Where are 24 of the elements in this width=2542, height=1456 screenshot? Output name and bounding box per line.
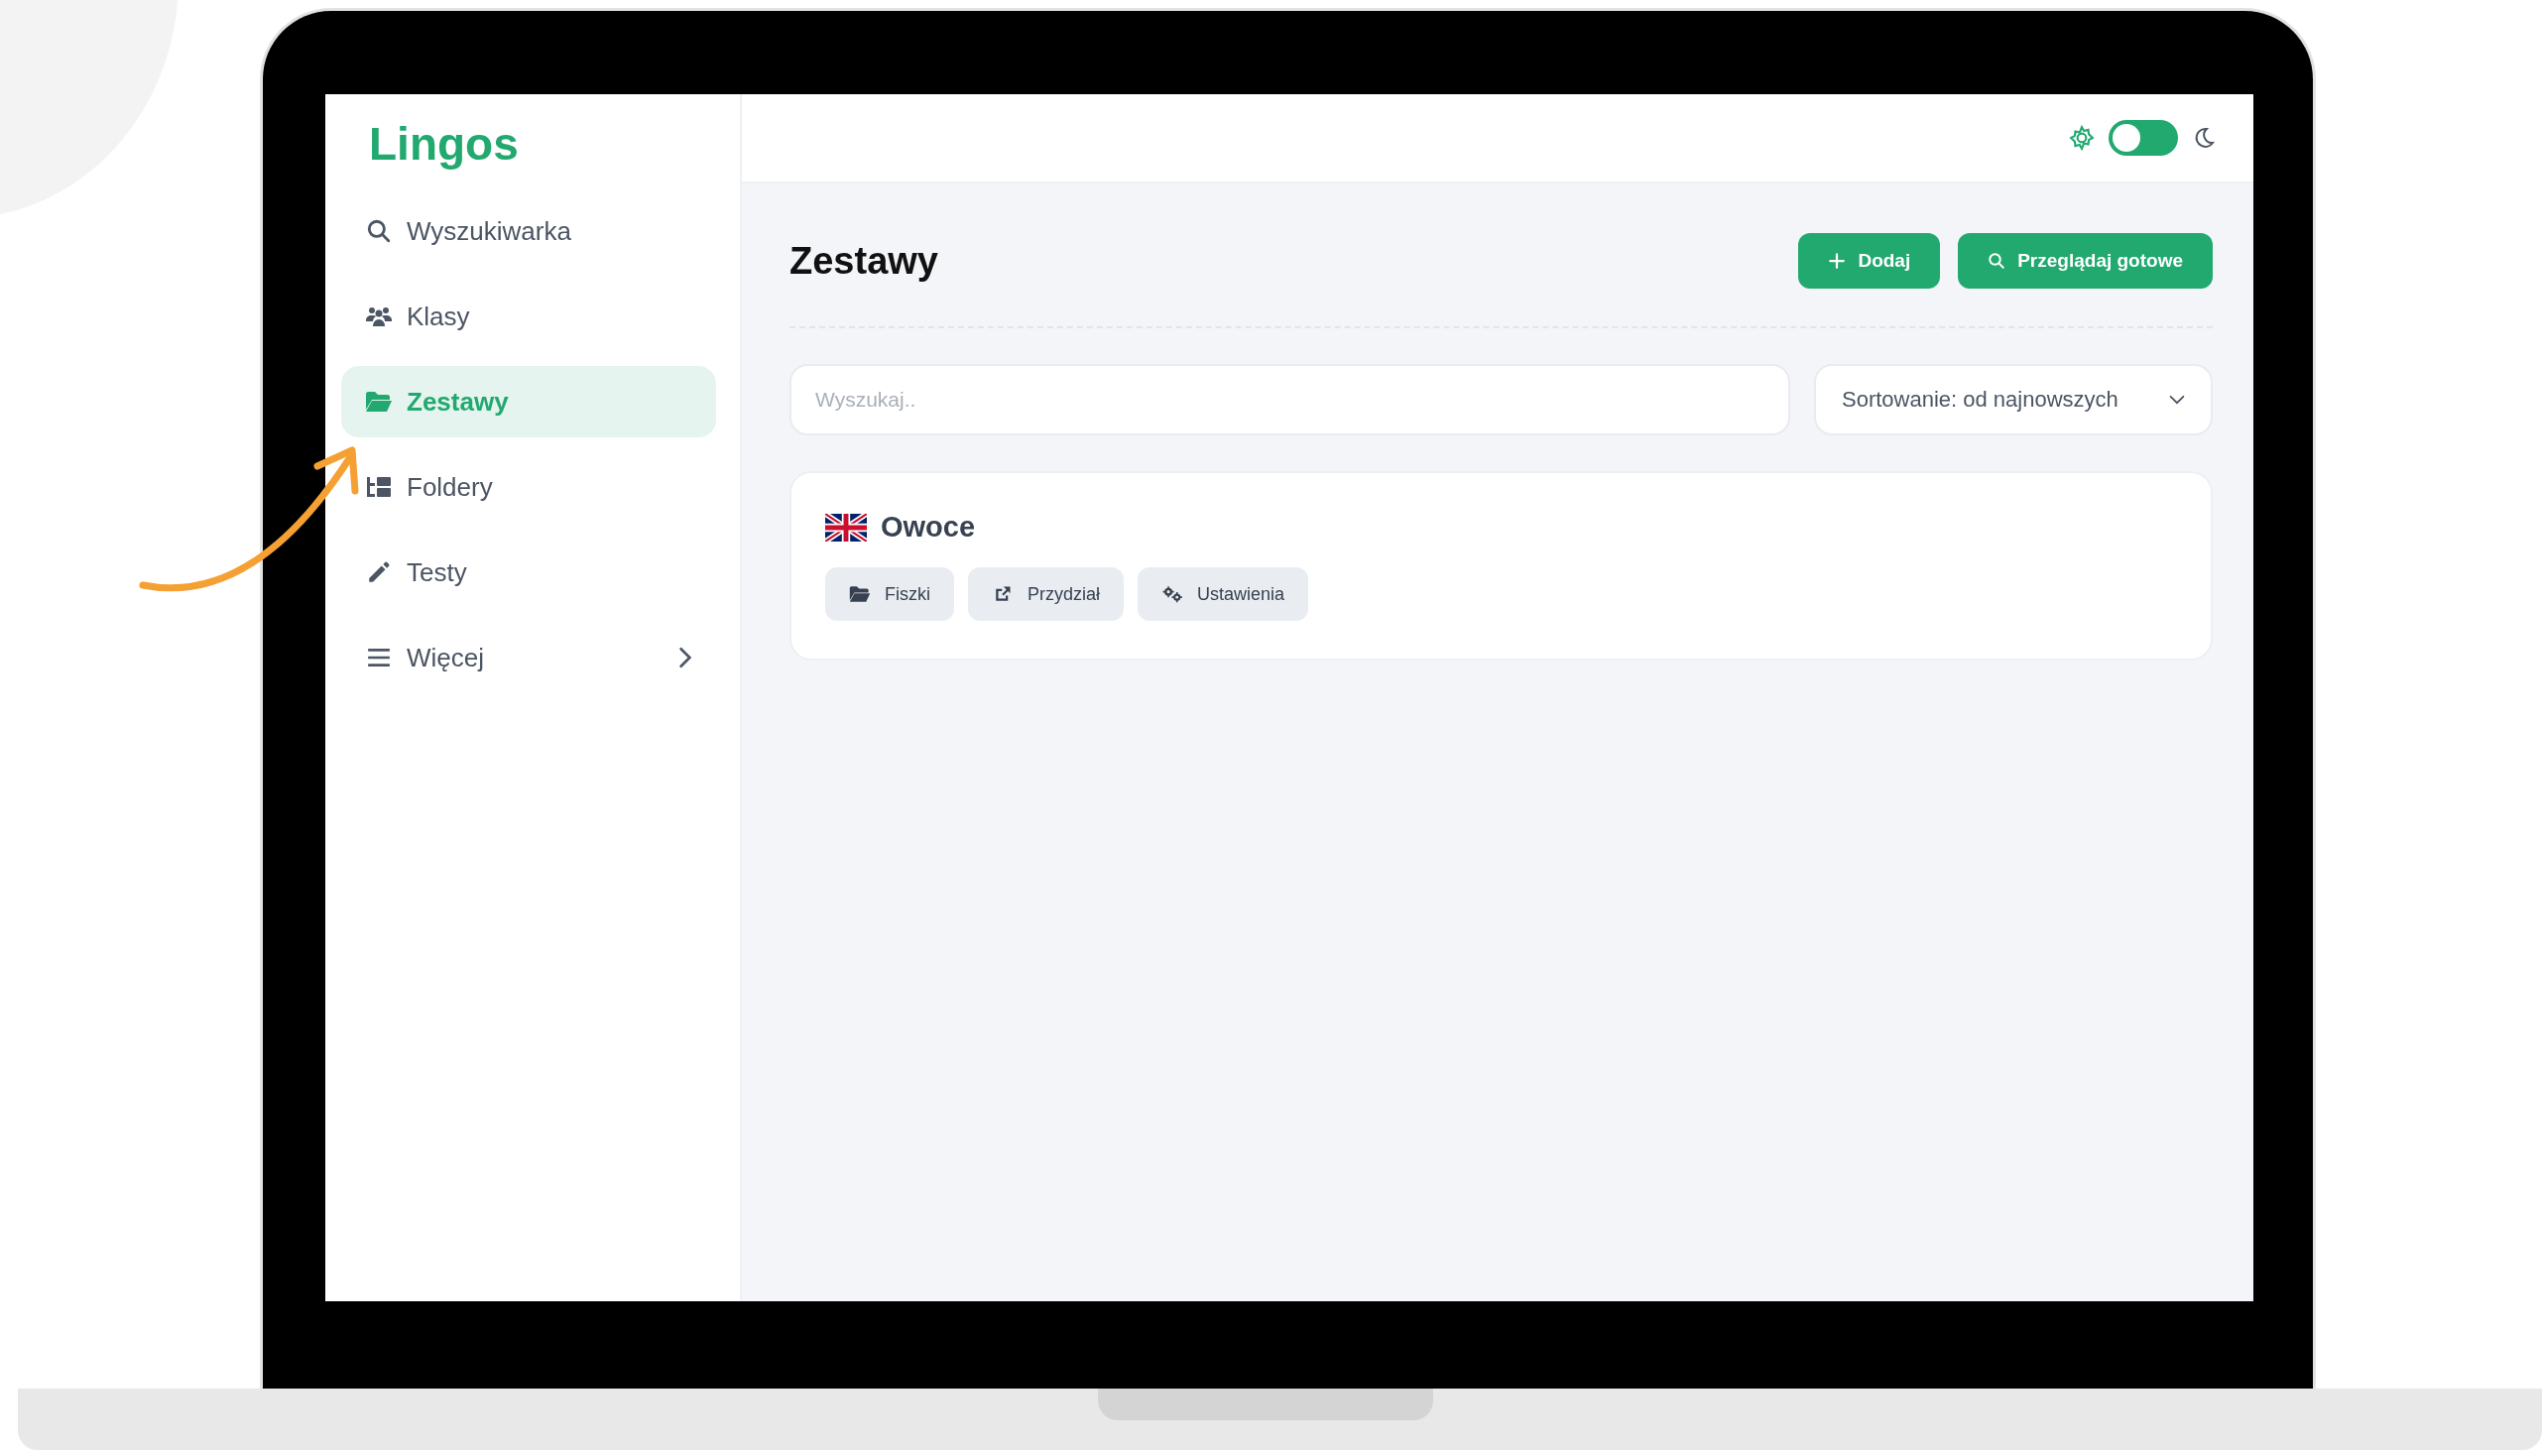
sidebar-item[interactable]: Wyszukiwarka — [341, 195, 716, 267]
sun-icon — [2069, 125, 2095, 151]
folder-icon — [849, 585, 871, 603]
gears-icon — [1161, 585, 1184, 603]
sidebar-item[interactable]: Więcej — [341, 622, 716, 693]
set-action-button[interactable]: Fiszki — [825, 567, 954, 621]
sidebar-item[interactable]: Klasy — [341, 281, 716, 352]
set-action-button[interactable]: Przydział — [968, 567, 1125, 621]
search-field[interactable]: Wyszukaj.. — [789, 364, 1790, 435]
chevron-right-icon — [678, 647, 692, 668]
sidebar-item[interactable]: Foldery — [341, 451, 716, 523]
plus-icon — [1828, 252, 1847, 270]
flag-icon — [825, 513, 867, 542]
set-action-button[interactable]: Ustawienia — [1138, 567, 1309, 621]
tree-icon — [365, 474, 393, 500]
theme-toggle[interactable] — [2109, 120, 2178, 156]
sidebar-item[interactable]: Testy — [341, 537, 716, 608]
set-title[interactable]: Owoce — [881, 511, 976, 544]
sort-dropdown[interactable]: Sortowanie: od najnowszych — [1814, 364, 2213, 435]
folder-icon — [365, 389, 393, 415]
search-icon — [1988, 252, 2006, 270]
chevron-down-icon — [2169, 395, 2185, 405]
page-title: Zestawy — [789, 239, 938, 283]
search-icon — [365, 218, 393, 244]
